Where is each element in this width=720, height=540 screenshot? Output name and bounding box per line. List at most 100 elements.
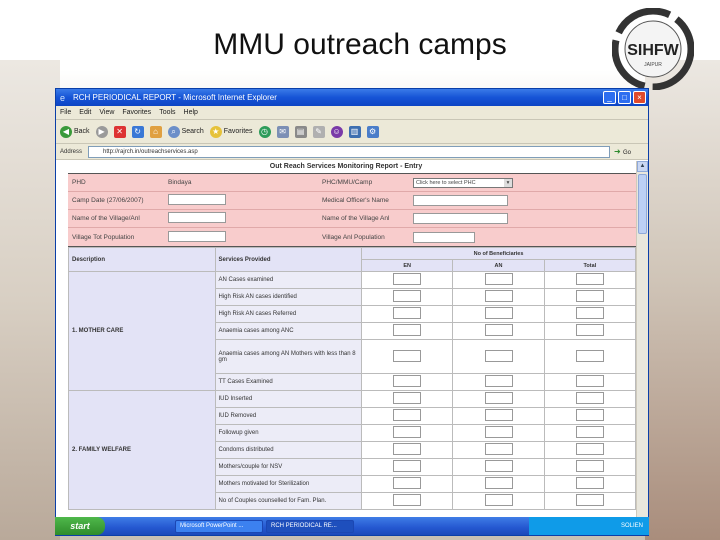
system-tray: SOLIEN xyxy=(529,517,649,535)
beneficiary-input[interactable] xyxy=(484,426,513,438)
stop-button[interactable]: ✕ xyxy=(113,125,126,138)
menu-item-tools[interactable]: Tools xyxy=(159,109,175,116)
beneficiary-cell xyxy=(361,492,454,510)
phc-select[interactable]: Click here to select PHC ▾ xyxy=(413,177,513,188)
header-right-input[interactable] xyxy=(413,213,508,224)
beneficiary-input[interactable] xyxy=(393,460,422,472)
report-header-form: PHD Bindaya PHC/MMU/Camp Click here to sele… xyxy=(68,173,636,247)
beneficiary-input[interactable] xyxy=(393,426,422,438)
beneficiary-input[interactable] xyxy=(575,392,604,404)
beneficiary-input[interactable] xyxy=(393,443,422,455)
beneficiary-input[interactable] xyxy=(575,349,604,362)
refresh-button[interactable]: ↻ xyxy=(131,125,144,138)
beneficiary-input[interactable] xyxy=(393,494,422,506)
beneficiary-cell xyxy=(543,305,636,323)
beneficiary-input[interactable] xyxy=(393,392,422,404)
messenger-button[interactable]: ☺ xyxy=(330,125,343,138)
beneficiary-input[interactable] xyxy=(575,307,604,319)
beneficiary-input[interactable] xyxy=(484,273,513,285)
header-left-input[interactable] xyxy=(168,230,226,242)
beneficiary-input[interactable] xyxy=(484,460,513,472)
menu-item-edit[interactable]: Edit xyxy=(79,109,91,116)
beneficiary-input[interactable] xyxy=(575,460,604,472)
search-button[interactable]: ⌕ Search xyxy=(167,125,204,138)
maximize-button[interactable]: □ xyxy=(618,91,631,104)
address-input[interactable]: http://rajrch.in/outreachservices.asp xyxy=(88,145,611,158)
vertical-scrollbar[interactable]: ▲ xyxy=(636,161,648,517)
header-right-input[interactable] xyxy=(413,231,475,243)
beneficiary-input[interactable] xyxy=(393,307,422,319)
service-label: IUD Inserted xyxy=(214,390,363,408)
beneficiary-input[interactable] xyxy=(575,375,604,387)
beneficiary-input[interactable] xyxy=(393,409,422,421)
edit-button[interactable]: ✎ xyxy=(312,125,325,138)
beneficiary-input[interactable] xyxy=(484,409,513,421)
mail-button[interactable]: ✉ xyxy=(276,125,289,138)
beneficiary-input[interactable] xyxy=(575,273,604,285)
scroll-up-arrow[interactable]: ▲ xyxy=(637,161,648,172)
beneficiary-input[interactable] xyxy=(393,349,422,362)
menu-item-file[interactable]: File xyxy=(60,109,71,116)
beneficiary-input[interactable] xyxy=(575,324,604,336)
beneficiary-input[interactable] xyxy=(575,494,604,506)
beneficiary-input[interactable] xyxy=(575,409,604,421)
beneficiary-input[interactable] xyxy=(484,392,513,404)
beneficiary-cell xyxy=(543,492,636,510)
beneficiary-input[interactable] xyxy=(393,324,422,336)
beneficiary-cell xyxy=(452,407,545,425)
print-button[interactable]: ▤ xyxy=(294,125,307,138)
menu-item-view[interactable]: View xyxy=(99,109,114,116)
beneficiary-input[interactable] xyxy=(393,273,422,285)
stop-icon: ✕ xyxy=(113,125,126,138)
start-button[interactable]: start xyxy=(55,517,105,535)
menu-item-help[interactable]: Help xyxy=(184,109,198,116)
beneficiary-input[interactable] xyxy=(484,349,513,362)
beneficiary-input[interactable] xyxy=(484,375,513,387)
taskbar-task[interactable]: Microsoft PowerPoint ... xyxy=(175,519,263,533)
header-right-input[interactable] xyxy=(413,195,508,206)
address-label: Address xyxy=(60,148,83,155)
beneficiary-input[interactable] xyxy=(484,443,513,455)
forward-button[interactable]: ▶ xyxy=(95,125,108,138)
beneficiary-input[interactable] xyxy=(393,290,422,302)
service-label: High Risk AN cases Referred xyxy=(214,305,363,323)
beneficiary-cell xyxy=(361,441,454,459)
star-icon: ★ xyxy=(209,125,222,138)
menu-item-favorites[interactable]: Favorites xyxy=(122,109,151,116)
beneficiary-cell xyxy=(543,339,636,374)
beneficiary-input[interactable] xyxy=(575,443,604,455)
header-left-input[interactable] xyxy=(168,212,226,223)
home-icon: ⌂ xyxy=(149,125,162,138)
taskbar-task[interactable]: RCH PERIODICAL RE... xyxy=(266,519,354,533)
go-button[interactable]: ➜ Go xyxy=(614,147,631,156)
beneficiary-input[interactable] xyxy=(575,426,604,438)
taskbar: start Microsoft PowerPoint ... RCH PERIOD… xyxy=(55,517,649,535)
header-right-label: Village Anl Population xyxy=(322,233,385,241)
header-left-field xyxy=(168,212,318,225)
beneficiary-input[interactable] xyxy=(393,375,422,387)
service-label: Followup given xyxy=(214,424,363,442)
header-left-input[interactable] xyxy=(168,194,226,205)
close-button[interactable]: × xyxy=(633,91,646,104)
research-button[interactable]: ▥ xyxy=(348,125,361,138)
scroll-thumb[interactable] xyxy=(638,174,647,234)
beneficiary-input[interactable] xyxy=(575,477,604,489)
minimize-button[interactable]: _ xyxy=(603,91,616,104)
back-button[interactable]: ◀ Back xyxy=(60,125,90,138)
logo-subtext: JAIPUR xyxy=(644,62,662,68)
beneficiary-input[interactable] xyxy=(484,324,513,336)
beneficiary-input[interactable] xyxy=(484,290,513,302)
history-button[interactable]: ◷ xyxy=(258,125,271,138)
favorites-button[interactable]: ★ Favorites xyxy=(209,125,253,138)
beneficiary-input[interactable] xyxy=(484,307,513,319)
mail-icon: ✉ xyxy=(276,125,289,138)
beneficiary-cell xyxy=(543,271,636,289)
header-row: Name of the Village/Anl Name of the Villa… xyxy=(68,210,636,228)
beneficiary-input[interactable] xyxy=(484,477,513,489)
beneficiary-input[interactable] xyxy=(484,494,513,506)
beneficiary-input[interactable] xyxy=(393,477,422,489)
tools-button[interactable]: ⚙ xyxy=(366,125,379,138)
home-button[interactable]: ⌂ xyxy=(149,125,162,138)
beneficiary-cell xyxy=(543,424,636,442)
beneficiary-input[interactable] xyxy=(575,290,604,302)
